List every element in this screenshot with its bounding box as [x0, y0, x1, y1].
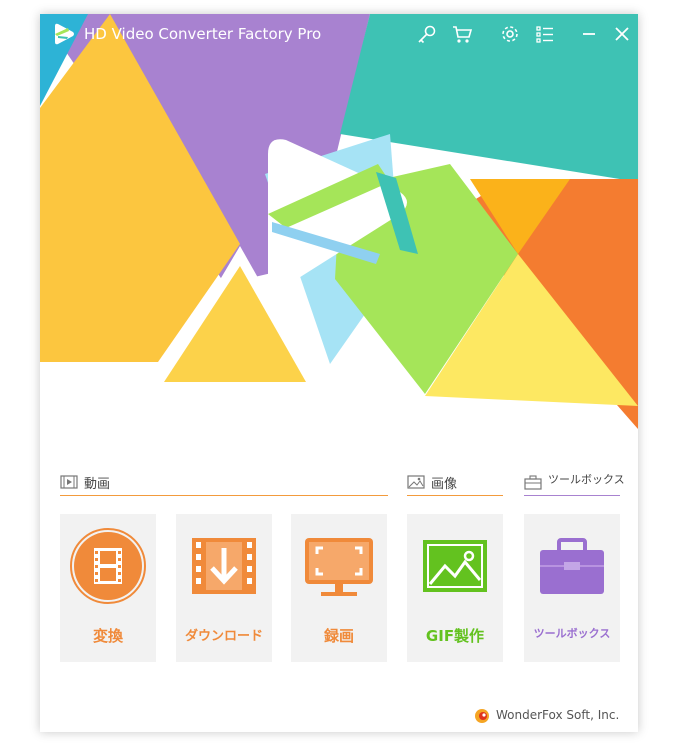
main-window: HD Video Converter Factory Pro 動画 画像 ツール…: [40, 14, 638, 732]
section-toolbox: ツールボックス: [524, 472, 625, 496]
minimize-icon[interactable]: [578, 23, 600, 45]
record-tile[interactable]: 録画: [291, 514, 387, 662]
hero-banner: [40, 14, 638, 454]
toolbox-icon: [534, 528, 610, 604]
shopping-cart-icon[interactable]: [451, 23, 473, 45]
section-image-label: 画像: [431, 477, 458, 492]
screen-record-icon: [301, 528, 377, 604]
record-tile-label: 録画: [323, 627, 354, 645]
footer-brand: WonderFox Soft, Inc.: [474, 708, 624, 724]
section-video-divider: [60, 495, 388, 496]
register-key-icon[interactable]: [416, 23, 438, 45]
film-strip-icon: [60, 474, 78, 490]
section-video-label: 動画: [84, 477, 111, 492]
picture-icon: [407, 474, 425, 490]
gif-tile-label: GIF製作: [425, 627, 485, 645]
app-logo-icon: [52, 22, 76, 46]
toolbox-tile-label: ツールボックス: [533, 627, 611, 640]
gif-image-icon: [417, 528, 493, 604]
menu-list-icon[interactable]: [534, 23, 556, 45]
footer-company: WonderFox Soft, Inc.: [496, 708, 620, 722]
title-bar[interactable]: HD Video Converter Factory Pro: [40, 14, 638, 54]
briefcase-icon: [524, 474, 542, 490]
app-title: HD Video Converter Factory Pro: [84, 25, 322, 43]
download-icon: [186, 528, 262, 604]
section-toolbox-divider: [524, 495, 620, 496]
section-toolbox-label: ツールボックス: [548, 473, 625, 486]
settings-gear-icon[interactable]: [499, 23, 521, 45]
section-image: 画像: [407, 472, 503, 496]
gif-tile[interactable]: GIF製作: [407, 514, 503, 662]
convert-film-icon: [70, 528, 146, 604]
toolbox-tile[interactable]: ツールボックス: [524, 514, 620, 662]
convert-tile-label: 変換: [92, 627, 123, 645]
wonderfox-logo-icon: [474, 708, 490, 724]
download-tile[interactable]: ダウンロード: [176, 514, 272, 662]
download-tile-label: ダウンロード: [184, 629, 263, 644]
convert-tile[interactable]: 変換: [60, 514, 156, 662]
section-video: 動画: [60, 472, 388, 496]
close-icon[interactable]: [611, 23, 633, 45]
section-image-divider: [407, 495, 503, 496]
